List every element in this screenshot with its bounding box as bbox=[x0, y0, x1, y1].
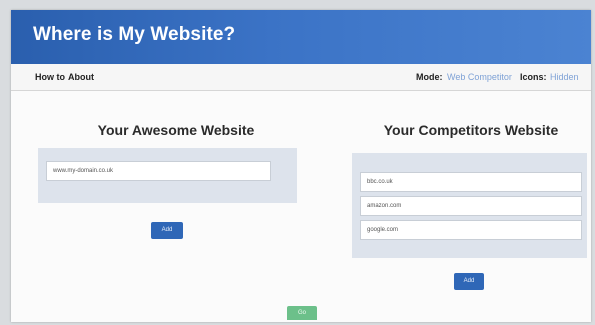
competitor-input-3[interactable]: google.com bbox=[360, 220, 582, 240]
page-frame: Where is My Website? How to About Mode: … bbox=[11, 10, 591, 322]
your-website-heading: Your Awesome Website bbox=[97, 122, 255, 138]
add-competitor-button[interactable]: Add bbox=[454, 273, 484, 290]
add-website-button[interactable]: Add bbox=[151, 222, 183, 239]
icons-toggle[interactable]: Hidden bbox=[550, 72, 579, 82]
your-website-input[interactable]: www.my-domain.co.uk bbox=[46, 161, 271, 181]
icons-label: Icons: bbox=[520, 72, 547, 82]
your-website-panel: www.my-domain.co.uk bbox=[38, 148, 297, 203]
navbar: How to About Mode: Web Competitor Icons:… bbox=[11, 64, 591, 91]
app-header: Where is My Website? bbox=[11, 10, 591, 64]
go-button[interactable]: Go bbox=[287, 306, 317, 320]
nav-link-howto[interactable]: How to bbox=[35, 72, 65, 82]
nav-link-about[interactable]: About bbox=[68, 72, 94, 82]
competitor-input-1[interactable]: bbc.co.uk bbox=[360, 172, 582, 192]
mode-label: Mode: bbox=[416, 72, 443, 82]
mode-toggle[interactable]: Web Competitor bbox=[447, 72, 512, 82]
competitors-heading: Your Competitors Website bbox=[383, 122, 559, 138]
competitors-panel: bbc.co.uk amazon.com google.com bbox=[352, 153, 587, 258]
app-title: Where is My Website? bbox=[33, 24, 236, 45]
competitor-input-2[interactable]: amazon.com bbox=[360, 196, 582, 216]
